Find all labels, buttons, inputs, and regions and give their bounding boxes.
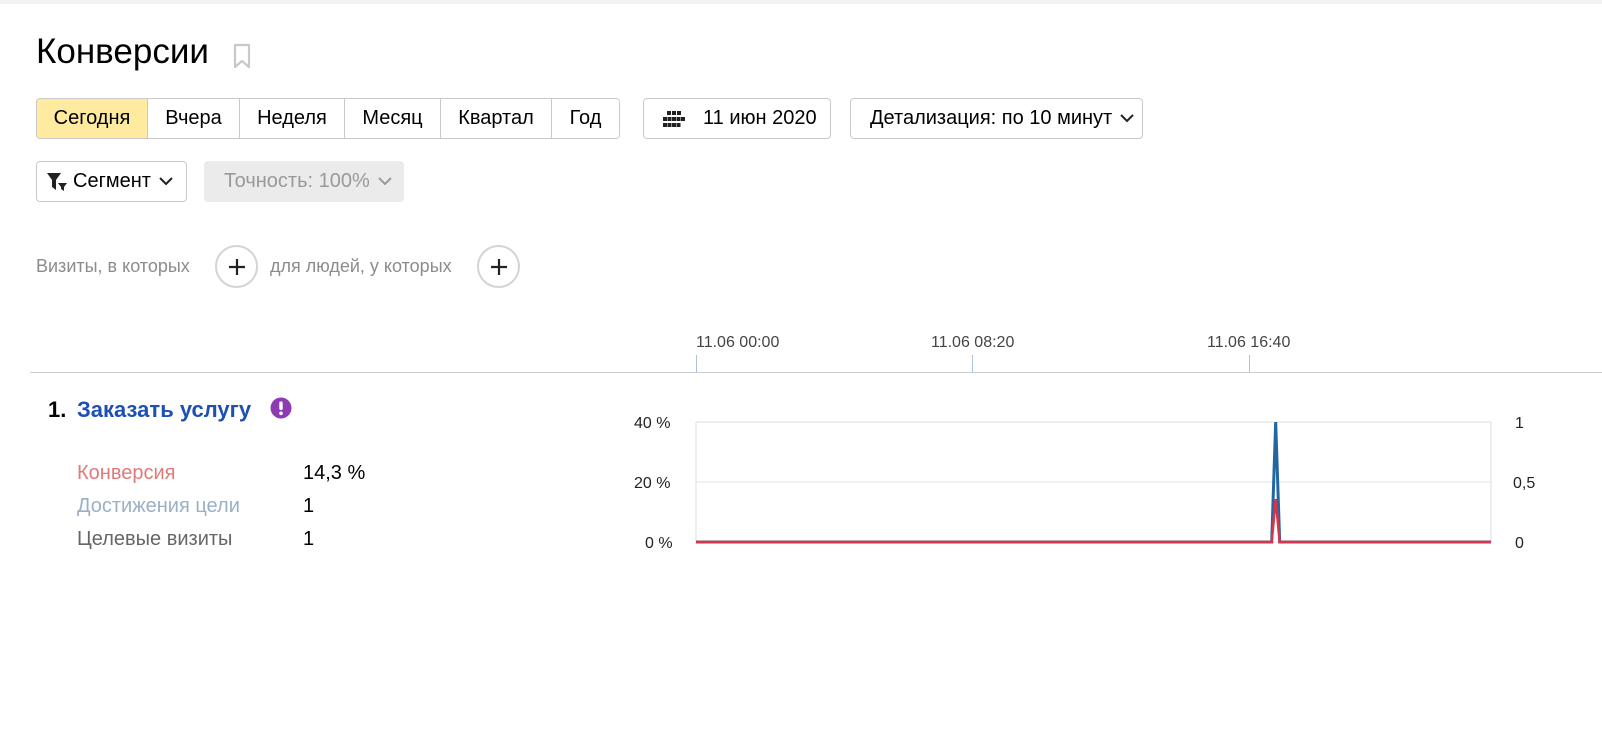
metric-target-visits-value: 1 <box>303 528 315 550</box>
goal-name-link[interactable]: Заказать услугу <box>77 397 251 423</box>
people-condition-label: для людей, у которых <box>270 256 452 276</box>
period-month[interactable]: Месяц <box>345 99 441 138</box>
period-year[interactable]: Год <box>552 99 619 138</box>
y-left-tick-label: 40 % <box>634 415 671 432</box>
conversion-line <box>696 498 1491 544</box>
page-title: Конверсии <box>36 32 209 71</box>
y-left-tick-label: 20 % <box>634 475 671 492</box>
detail-label: Детализация: по 10 минут <box>870 107 1113 129</box>
segment-dropdown[interactable]: Сегмент <box>36 161 187 202</box>
plus-icon <box>228 258 245 275</box>
add-visit-condition-button[interactable] <box>215 245 258 288</box>
plus-icon <box>490 258 507 275</box>
y-left-tick-label: 0 % <box>645 535 673 552</box>
period-selector: Сегодня Вчера Неделя Месяц Квартал Год <box>36 98 620 139</box>
bookmark-icon[interactable] <box>233 43 251 69</box>
metric-conversion-label: Конверсия <box>77 462 176 484</box>
timeline-tick-mark <box>972 355 973 372</box>
chart-plot-area <box>695 421 1492 543</box>
metric-conversion-value: 14,3 % <box>303 462 366 484</box>
timeline-tick-mark <box>696 355 697 372</box>
calendar-icon <box>663 110 685 127</box>
date-label: 11 июн 2020 <box>703 107 817 129</box>
chevron-down-icon <box>159 177 173 186</box>
date-picker-button[interactable]: 11 июн 2020 <box>643 98 831 139</box>
exclamation-icon[interactable] <box>270 397 292 419</box>
goal-achievements-line <box>696 421 1491 544</box>
period-quarter[interactable]: Квартал <box>441 99 552 138</box>
metric-achievements-value: 1 <box>303 495 315 517</box>
timeline-tick: 11.06 08:20 <box>931 334 1015 351</box>
accuracy-label: Точность: 100% <box>224 170 370 192</box>
timeline-tick-mark <box>1249 355 1250 372</box>
y-right-tick-label: 1 <box>1515 415 1524 432</box>
timeline-divider <box>30 372 1602 373</box>
period-week[interactable]: Неделя <box>240 99 345 138</box>
metric-target-visits-label: Целевые визиты <box>77 528 233 550</box>
goal-number: 1. <box>48 397 67 422</box>
top-border <box>0 0 1602 4</box>
timeline-tick: 11.06 00:00 <box>696 334 780 351</box>
detail-dropdown[interactable]: Детализация: по 10 минут <box>850 98 1143 139</box>
visits-condition-label: Визиты, в которых <box>36 256 190 276</box>
period-today[interactable]: Сегодня <box>37 99 148 138</box>
chevron-down-icon <box>1120 114 1134 123</box>
add-people-condition-button[interactable] <box>477 245 520 288</box>
segment-label: Сегмент <box>73 170 151 192</box>
accuracy-dropdown[interactable]: Точность: 100% <box>204 161 404 202</box>
chevron-down-icon <box>378 177 392 186</box>
timeline-tick: 11.06 16:40 <box>1207 334 1291 351</box>
y-right-tick-label: 0,5 <box>1513 475 1536 492</box>
metric-achievements-label: Достижения цели <box>77 495 240 517</box>
filter-icon <box>47 172 67 191</box>
period-yesterday[interactable]: Вчера <box>148 99 240 138</box>
y-right-tick-label: 0 <box>1515 535 1524 552</box>
